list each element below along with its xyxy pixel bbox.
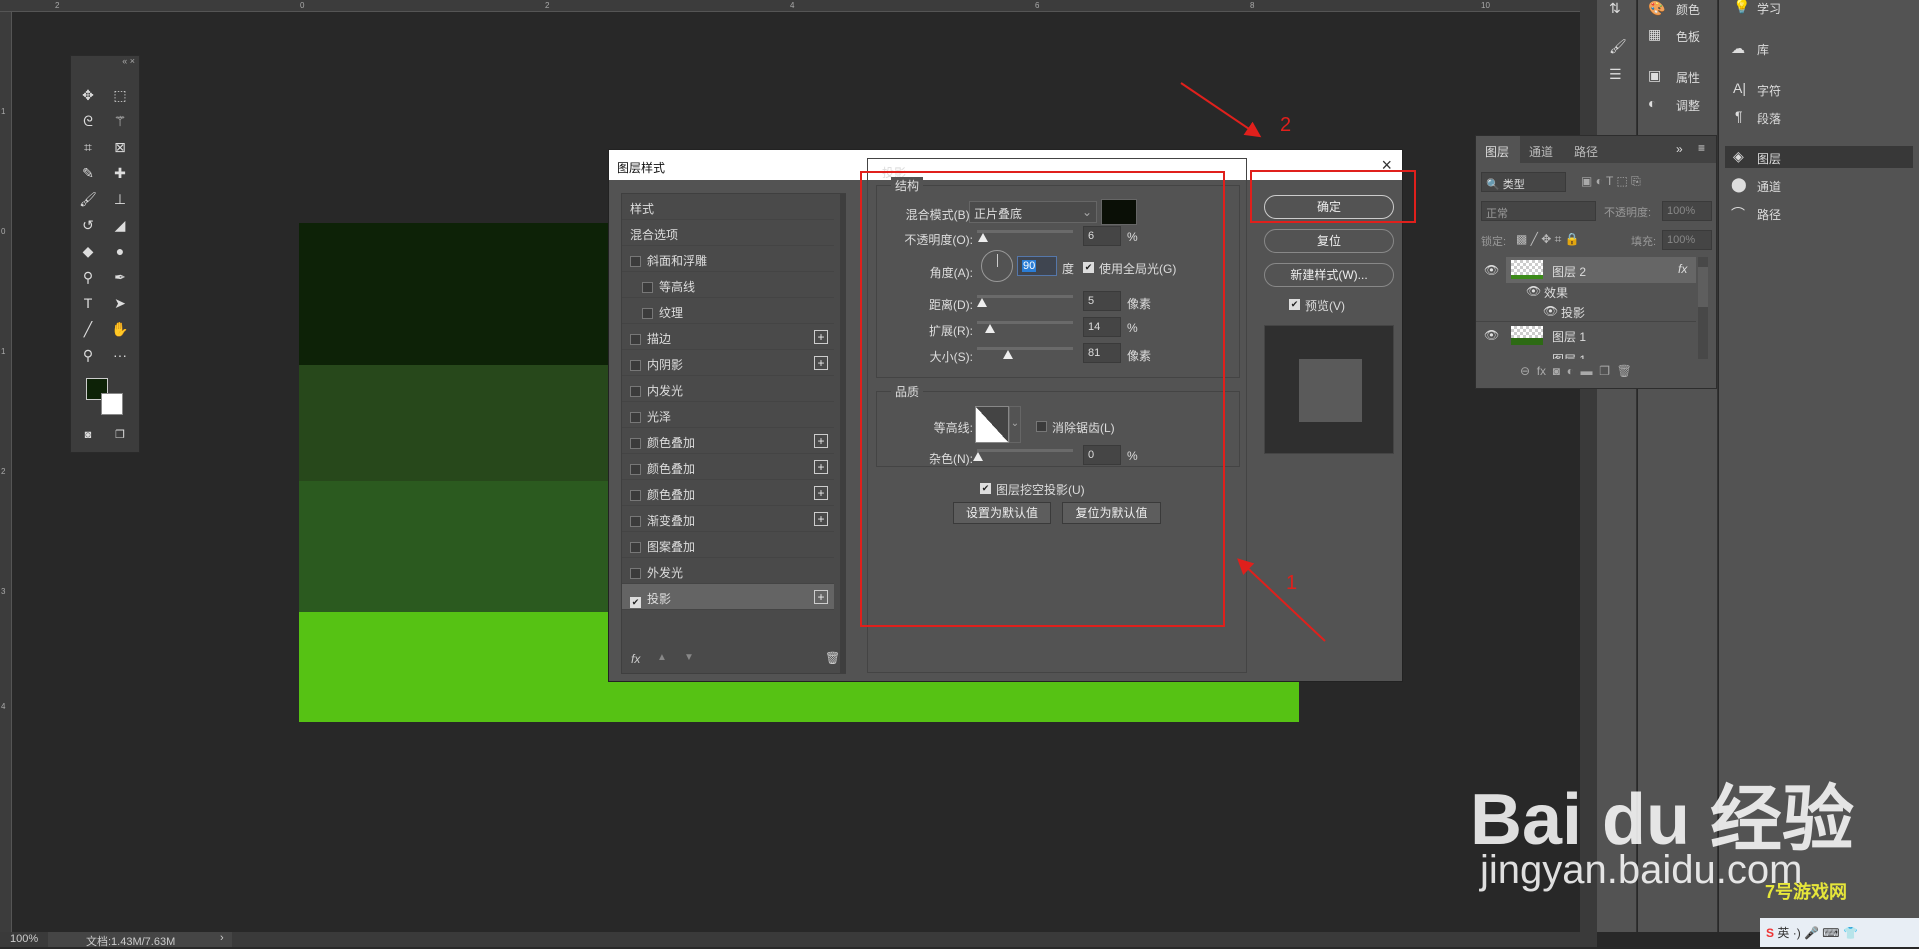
site-watermark: 7号游戏网 (1765, 882, 1848, 902)
ime-mode[interactable]: 英 (1777, 926, 1789, 940)
ime-toolbar[interactable]: S 英 ·) 🎤 ⌨ 👕 (1760, 918, 1919, 947)
annotation-label-1: 1 (1286, 572, 1298, 594)
annotation-label-2: 2 (1280, 114, 1292, 136)
arrow-1 (1237, 558, 1326, 642)
arrow-2 (1180, 82, 1262, 138)
baidu-watermark-url: jingyan.baidu.com (1480, 848, 1803, 892)
